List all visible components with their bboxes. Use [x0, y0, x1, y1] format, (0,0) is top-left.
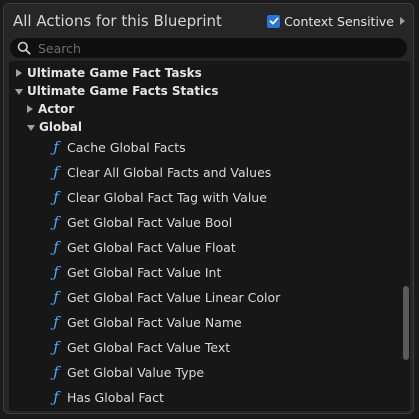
function-icon: ƒ	[53, 263, 59, 281]
action-cache-global-facts[interactable]: ƒ Cache Global Facts	[9, 135, 398, 160]
action-get-global-fact-value-float[interactable]: ƒ Get Global Fact Value Float	[9, 235, 398, 260]
function-icon: ƒ	[53, 238, 59, 256]
action-label: Get Global Fact Value Name	[67, 315, 242, 330]
action-label: Get Global Fact Value Text	[67, 340, 231, 355]
expanded-arrow-icon[interactable]	[15, 88, 23, 95]
action-label: Get Global Value Type	[67, 365, 205, 380]
checkmark-icon	[269, 17, 279, 25]
action-label: Clear All Global Facts and Values	[67, 165, 272, 180]
function-icon: ƒ	[53, 163, 59, 181]
action-clear-global-fact-tag-with-value[interactable]: ƒ Clear Global Fact Tag with Value	[9, 185, 398, 210]
action-label: Cache Global Facts	[67, 140, 186, 155]
function-icon: ƒ	[53, 388, 59, 406]
action-label: Clear Global Fact Tag with Value	[67, 190, 267, 205]
context-sensitive-toggle[interactable]: Context Sensitive	[267, 13, 405, 29]
panel-title: All Actions for this Blueprint	[13, 12, 222, 30]
action-label: Get Global Fact Value Bool	[67, 215, 233, 230]
function-icon: ƒ	[53, 288, 59, 306]
action-label: Get Global Fact Value Int	[67, 265, 222, 280]
action-menu-header: All Actions for this Blueprint Context S…	[4, 4, 413, 38]
category-ultimate-game-fact-tasks[interactable]: Ultimate Game Fact Tasks	[9, 64, 398, 82]
action-get-global-fact-value-bool[interactable]: ƒ Get Global Fact Value Bool	[9, 210, 398, 235]
action-clear-all-global-facts-and-values[interactable]: ƒ Clear All Global Facts and Values	[9, 160, 398, 185]
category-actor[interactable]: Actor	[9, 100, 398, 118]
action-get-global-fact-value-int[interactable]: ƒ Get Global Fact Value Int	[9, 260, 398, 285]
action-get-global-fact-value-text[interactable]: ƒ Get Global Fact Value Text	[9, 335, 398, 360]
function-icon: ƒ	[53, 313, 59, 331]
search-box[interactable]	[10, 38, 407, 58]
function-icon: ƒ	[53, 363, 59, 381]
category-ultimate-game-facts-statics[interactable]: Ultimate Game Facts Statics	[9, 82, 398, 100]
action-get-global-value-type[interactable]: ƒ Get Global Value Type	[9, 360, 398, 385]
context-sensitive-checkbox[interactable]	[267, 14, 281, 28]
collapsed-arrow-icon[interactable]	[27, 105, 33, 113]
expand-arrow-icon[interactable]	[400, 17, 405, 25]
action-get-global-fact-value-linear-color[interactable]: ƒ Get Global Fact Value Linear Color	[9, 285, 398, 310]
context-sensitive-label: Context Sensitive	[284, 13, 394, 29]
category-label: Ultimate Game Facts Statics	[27, 84, 219, 98]
action-get-global-fact-value-name[interactable]: ƒ Get Global Fact Value Name	[9, 310, 398, 335]
action-menu-panel: All Actions for this Blueprint Context S…	[3, 3, 414, 414]
action-has-global-fact[interactable]: ƒ Has Global Fact	[9, 385, 398, 410]
action-label: Has Global Fact	[67, 390, 164, 405]
action-label: Get Global Fact Value Linear Color	[67, 290, 281, 305]
scrollbar-thumb[interactable]	[403, 286, 409, 360]
action-tree[interactable]: Ultimate Game Fact Tasks Ultimate Game F…	[9, 61, 410, 411]
collapsed-arrow-icon[interactable]	[16, 69, 22, 77]
action-label: Get Global Fact Value Float	[67, 240, 236, 255]
function-icon: ƒ	[53, 188, 59, 206]
function-icon: ƒ	[53, 338, 59, 356]
category-label: Global	[39, 120, 83, 134]
function-icon: ƒ	[53, 138, 59, 156]
search-input[interactable]	[38, 39, 398, 57]
function-icon: ƒ	[53, 213, 59, 231]
search-icon	[17, 41, 31, 55]
expanded-arrow-icon[interactable]	[27, 124, 35, 131]
category-label: Actor	[38, 102, 75, 116]
category-global[interactable]: Global	[9, 118, 398, 136]
category-label: Ultimate Game Fact Tasks	[27, 66, 202, 80]
